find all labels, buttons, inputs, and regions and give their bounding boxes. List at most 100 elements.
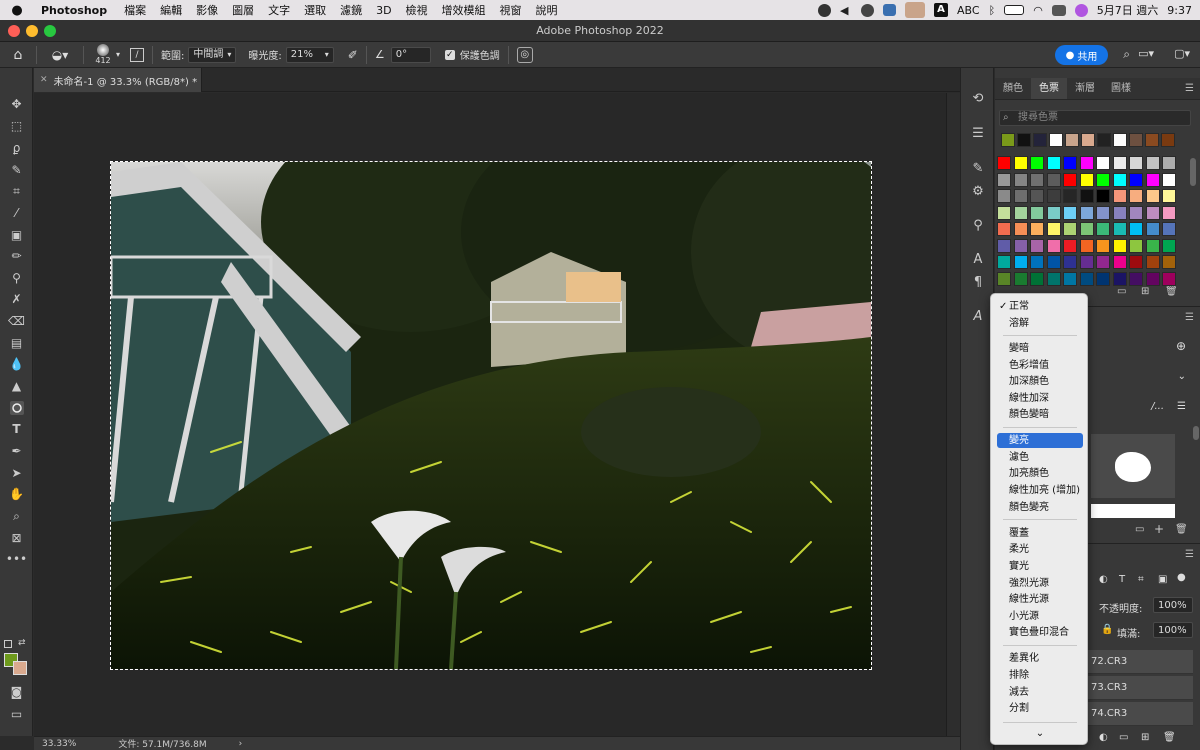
apple-menu-icon[interactable]: ● (0, 3, 34, 18)
bluetooth-icon[interactable]: ᛒ (989, 4, 996, 17)
blend-mode-option-darken[interactable]: 變暗 (997, 341, 1083, 356)
background-color-swatch[interactable] (13, 661, 27, 675)
color-swatch[interactable] (997, 271, 1011, 286)
zoom-window-button[interactable] (44, 25, 56, 37)
close-tab-icon[interactable]: ✕ (40, 75, 48, 85)
canvas-area[interactable] (34, 93, 960, 736)
brush-settings-panel-icon[interactable]: ✎ (961, 158, 995, 178)
menu-3d[interactable]: 3D (369, 4, 398, 17)
color-swatch[interactable] (1079, 271, 1094, 286)
protect-tones-checkbox[interactable]: ✓ (444, 49, 455, 60)
color-swatch[interactable] (1096, 255, 1110, 269)
blend-mode-option-hard-mix[interactable]: 實色疊印混合 (997, 625, 1083, 640)
color-swatch[interactable] (1013, 172, 1028, 187)
color-swatch[interactable] (1063, 222, 1077, 236)
blend-mode-option-screen[interactable]: 濾色 (997, 450, 1083, 465)
angle-input[interactable]: 0° (390, 46, 431, 63)
color-swatch[interactable] (1129, 271, 1143, 286)
dodge-tool-icon[interactable] (0, 398, 33, 418)
menu-layer[interactable]: 圖層 (225, 2, 261, 18)
adjustment-layer-filter-icon[interactable]: ◐ (1099, 574, 1108, 585)
color-swatch[interactable] (1063, 172, 1077, 187)
blend-mode-option-linear-light[interactable]: 線性光源 (997, 592, 1083, 607)
swap-colors-icon[interactable]: ⇄ (18, 638, 26, 648)
blend-mode-option-color-dodge[interactable]: 加亮顏色 (997, 466, 1083, 481)
recent-swatch[interactable] (1065, 133, 1079, 147)
color-swatch[interactable] (1145, 156, 1160, 170)
document-tab[interactable]: ✕ 未命名-1 @ 33.3% (RGB/8*) * (34, 68, 202, 92)
color-swatch[interactable] (1112, 238, 1127, 253)
menu-plugins[interactable]: 增效模組 (435, 2, 493, 18)
color-swatch[interactable] (1129, 172, 1143, 187)
pressure-size-icon[interactable]: ◎ (516, 46, 533, 63)
user-add-icon[interactable]: ⊕ (1176, 339, 1186, 353)
color-swatch[interactable] (1030, 222, 1044, 236)
color-swatch[interactable] (1145, 271, 1160, 286)
opacity-input[interactable]: 100% (1153, 597, 1193, 613)
menu-view[interactable]: 檢視 (399, 2, 435, 18)
screen-mode-icon[interactable]: ▭ (0, 704, 33, 724)
recent-swatch[interactable] (1145, 133, 1159, 147)
sharpen-tool-icon[interactable]: ▲ (0, 376, 33, 396)
blend-mode-option-exclusion[interactable]: 排除 (997, 668, 1083, 683)
share-button[interactable]: ● 共用 (1055, 45, 1108, 65)
more-tools-icon[interactable]: ••• (0, 549, 33, 569)
color-swatch[interactable] (1145, 222, 1160, 236)
tab-patterns[interactable]: 圖樣 (1103, 78, 1139, 99)
color-swatch[interactable] (1030, 156, 1044, 170)
blend-mode-option-multiply[interactable]: 色彩增值 (997, 358, 1083, 373)
recent-swatch[interactable] (1113, 133, 1127, 147)
library-thumbnail[interactable] (1091, 434, 1175, 498)
blend-mode-option-linear-burn[interactable]: 線性加深 (997, 391, 1083, 406)
chevron-down-icon[interactable]: ⌄ (1178, 371, 1186, 382)
color-swatch[interactable] (1162, 222, 1176, 236)
color-swatch[interactable] (1079, 238, 1094, 253)
delete-icon[interactable]: 🗑 (1175, 524, 1188, 535)
color-swatch[interactable] (1013, 238, 1028, 253)
color-swatch[interactable] (1063, 238, 1077, 253)
color-swatch[interactable] (1129, 189, 1143, 203)
color-swatch[interactable] (1013, 255, 1028, 269)
tab-color[interactable]: 顏色 (995, 78, 1031, 99)
color-swatch[interactable] (1162, 172, 1176, 187)
color-swatch[interactable] (1162, 271, 1176, 286)
color-swatch[interactable] (1046, 205, 1061, 220)
menu-select[interactable]: 選取 (297, 2, 333, 18)
adjustments-panel-icon[interactable]: ☰ (961, 123, 995, 143)
color-swatch[interactable] (1145, 189, 1160, 203)
artboard-tool-icon[interactable]: ⊠ (0, 528, 33, 548)
exposure-input[interactable]: 21% ▾ (285, 46, 334, 63)
input-source-icon[interactable]: A (934, 3, 949, 17)
color-swatch[interactable] (1079, 222, 1094, 236)
color-swatch[interactable] (1030, 172, 1044, 187)
blend-mode-option-subtract[interactable]: 減去 (997, 685, 1083, 700)
color-swatch[interactable] (1162, 238, 1176, 253)
blend-mode-option-overlay[interactable]: 覆蓋 (997, 526, 1083, 541)
adjustment-layer-icon[interactable]: ◐ (1099, 732, 1108, 743)
panel-menu-icon[interactable]: ☰ (1185, 83, 1194, 94)
recent-swatch[interactable] (1081, 133, 1095, 147)
blend-mode-option-divide[interactable]: 分割 (997, 701, 1083, 716)
style-icon[interactable]: /... (1151, 401, 1164, 412)
layer-row[interactable]: 74.CR3 (1087, 702, 1193, 726)
healing-brush-tool-icon[interactable]: ▣ (0, 225, 33, 245)
color-swatch[interactable] (1013, 156, 1028, 170)
new-layer-icon[interactable]: ⊞ (1141, 732, 1149, 743)
blur-tool-icon[interactable]: 💧 (0, 354, 33, 374)
menu-filter[interactable]: 濾鏡 (333, 2, 369, 18)
path-selection-tool-icon[interactable]: ➤ (0, 463, 33, 483)
color-swatch[interactable] (1013, 271, 1028, 286)
delete-swatch-icon[interactable]: 🗑 (1165, 286, 1178, 297)
paragraph-panel-icon[interactable]: ¶ (961, 272, 995, 292)
color-swatch[interactable] (1046, 172, 1061, 187)
zoom-tool-icon[interactable]: ⌕ (0, 506, 33, 526)
color-swatch[interactable] (1112, 189, 1127, 203)
color-swatch[interactable] (1145, 172, 1160, 187)
lock-icon[interactable]: 🔒 (1101, 624, 1113, 635)
color-swatch[interactable] (1112, 172, 1127, 187)
color-swatch[interactable] (1112, 205, 1127, 220)
color-swatch[interactable] (997, 222, 1011, 236)
swatch-scrollbar[interactable] (1190, 158, 1196, 186)
delete-layer-icon[interactable]: 🗑 (1163, 732, 1176, 743)
lasso-tool-icon[interactable]: ϼ (0, 138, 33, 158)
